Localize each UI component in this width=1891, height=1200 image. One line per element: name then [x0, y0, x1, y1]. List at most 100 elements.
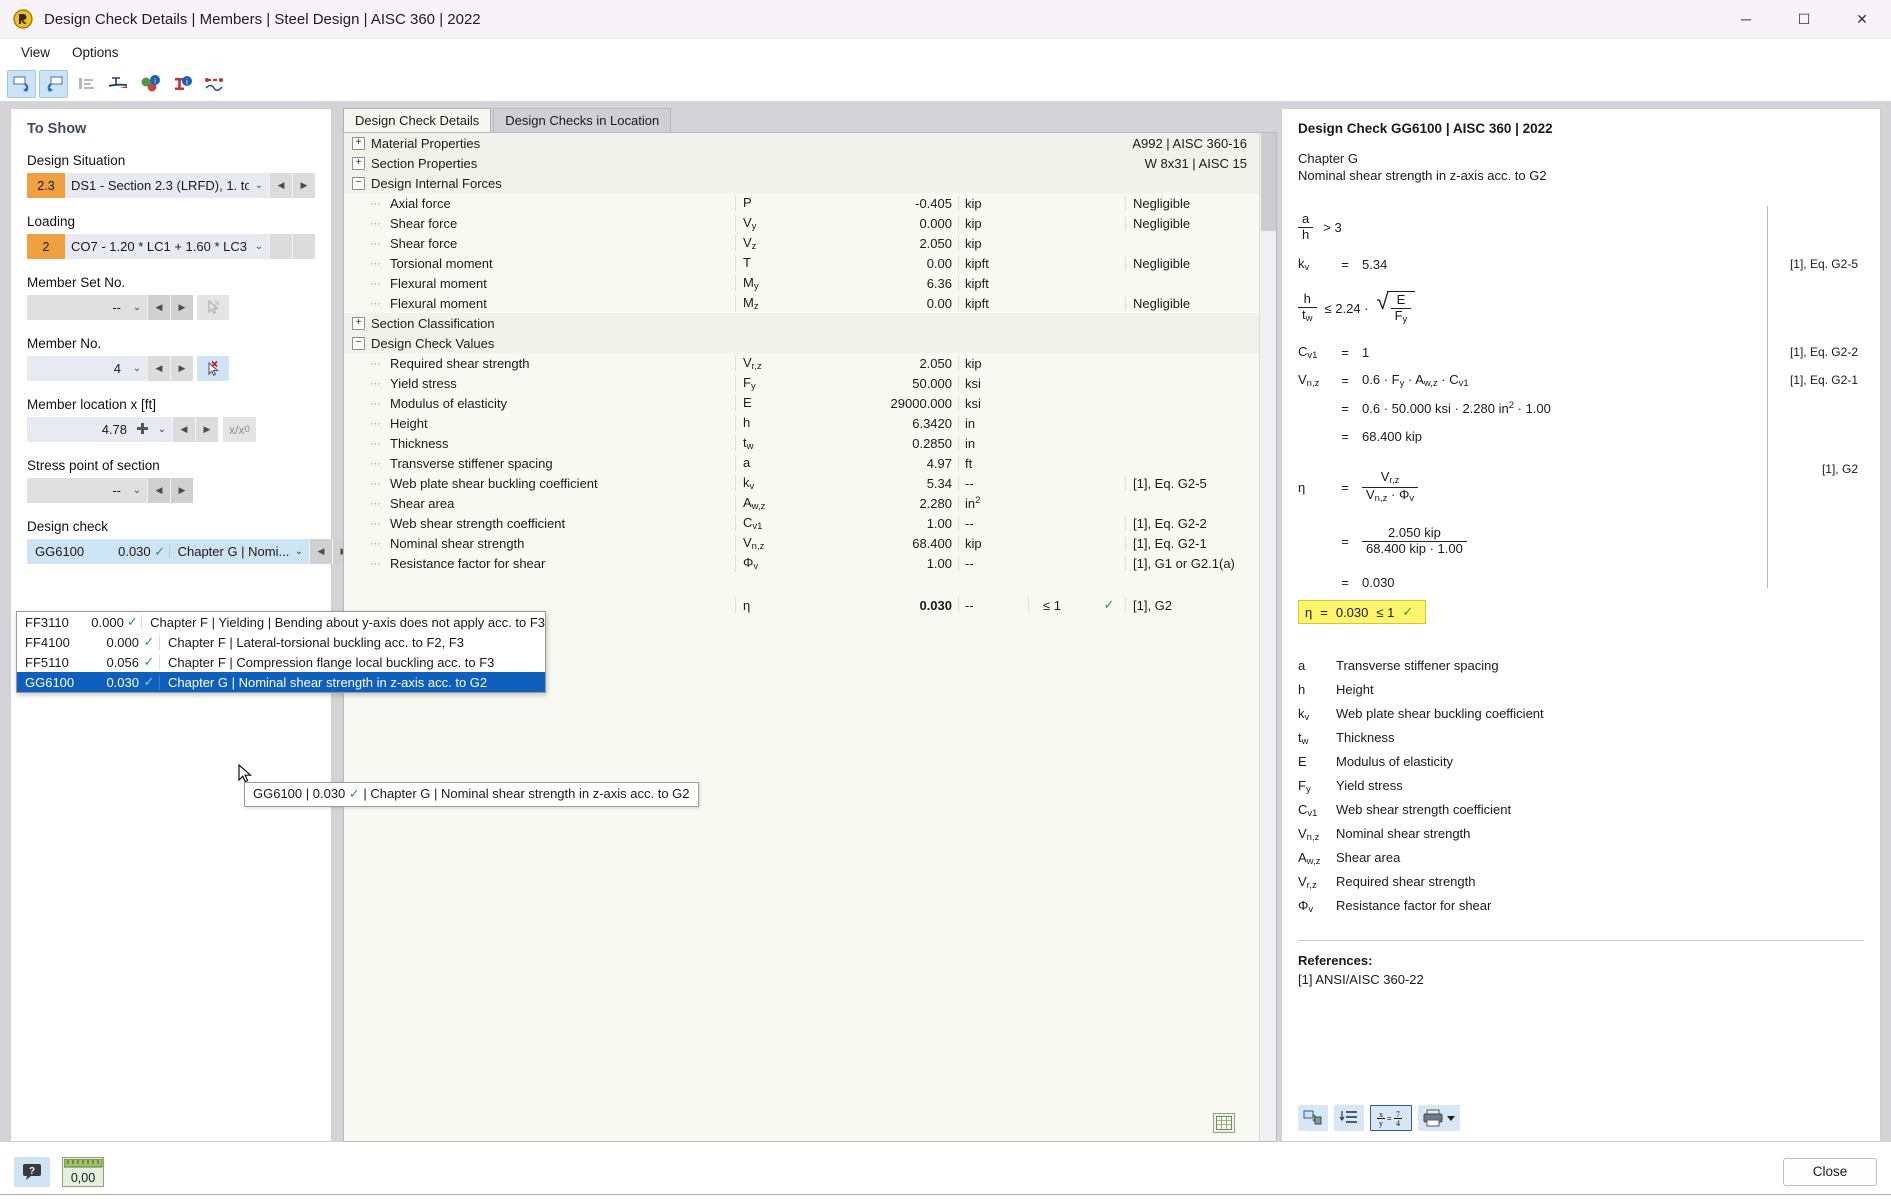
expand-icon[interactable]: +: [352, 156, 365, 170]
table-row[interactable]: ⋯ Resistance factor for shear Φv 1.00 --…: [344, 553, 1259, 573]
tree-group-section-classification[interactable]: + Section Classification: [344, 313, 1259, 333]
export-3d-icon[interactable]: [1298, 1105, 1328, 1131]
stress-diagram-icon[interactable]: [103, 70, 132, 98]
tree-group-design-internal-forces[interactable]: − Design Internal Forces: [344, 173, 1259, 193]
select-member-icon[interactable]: [197, 356, 229, 381]
units-ruler-icon[interactable]: 0,00: [62, 1156, 104, 1187]
chevron-down-icon[interactable]: ⌄: [152, 424, 172, 435]
member-no-prev[interactable]: ◀: [147, 356, 170, 381]
expand-icon[interactable]: +: [352, 136, 365, 150]
loading-prev[interactable]: [269, 234, 292, 259]
design-situation-badge: 2.3: [27, 173, 65, 198]
member-no-next[interactable]: ▶: [170, 356, 193, 381]
row-unit: in: [958, 435, 1028, 451]
design-situation-next[interactable]: ▶: [292, 173, 315, 198]
menu-bar: View Options: [0, 39, 1891, 66]
list-item[interactable]: FF4100 0.000 ✓ Chapter F | Lateral-torsi…: [17, 632, 545, 652]
list-item-selected[interactable]: GG6100 0.030 ✓ Chapter G | Nominal shear…: [17, 672, 545, 692]
select-member-set-icon[interactable]: [197, 295, 229, 320]
comparison-le-224: ≤ 2.24 ·: [1324, 300, 1369, 316]
chevron-down-icon[interactable]: ⌄: [249, 241, 269, 252]
tree-group-section-properties[interactable]: + Section Properties W 8x31 | AISC 15: [344, 153, 1259, 173]
stress-point-combo[interactable]: -- ⌄: [27, 478, 147, 503]
table-row[interactable]: ⋯ Nominal shear strength Vn,z 68.400 kip…: [344, 533, 1259, 553]
design-check-prev[interactable]: ◀: [309, 539, 332, 564]
table-row[interactable]: ⋯ Shear area Aw,z 2.280 in2: [344, 493, 1259, 513]
collapse-icon[interactable]: −: [352, 336, 365, 350]
minimize-button[interactable]: ─: [1717, 0, 1775, 39]
table-export-icon[interactable]: [1213, 1113, 1235, 1133]
member-set-no-next[interactable]: ▶: [170, 295, 193, 320]
stress-point-prev[interactable]: ◀: [147, 478, 170, 503]
member-location-prev[interactable]: ◀: [172, 417, 195, 442]
close-button[interactable]: Close: [1783, 1157, 1877, 1186]
material-info-icon[interactable]: i: [135, 70, 164, 98]
design-check-combo[interactable]: GG6100 0.030 ✓ Chapter G | Nomi... ⌄: [27, 539, 309, 564]
show-incoming-icon[interactable]: [7, 69, 36, 98]
row-reference: Negligible: [1125, 255, 1259, 271]
table-row[interactable]: ⋯ Transverse stiffener spacing a 4.97 ft: [344, 453, 1259, 473]
tab-design-checks-in-location[interactable]: Design Checks in Location: [493, 108, 672, 132]
tab-design-check-details[interactable]: Design Check Details: [343, 108, 492, 132]
chevron-down-icon[interactable]: ⌄: [249, 180, 269, 191]
menu-view[interactable]: View: [10, 41, 61, 64]
member-set-no-prev[interactable]: ◀: [147, 295, 170, 320]
table-row[interactable]: ⋯ Web shear strength coefficient Cv1 1.0…: [344, 513, 1259, 533]
table-row[interactable]: ⋯ Flexural moment Mz 0.00 kipft Negligib…: [344, 293, 1259, 313]
detail-list-icon[interactable]: [1334, 1105, 1364, 1131]
list-item[interactable]: FF3110 0.000 ✓ Chapter F | Yielding | Be…: [17, 612, 545, 632]
table-row[interactable]: ⋯ Modulus of elasticity E 29000.000 ksi: [344, 393, 1259, 413]
print-icon[interactable]: [1418, 1105, 1460, 1131]
design-situation-prev[interactable]: ◀: [269, 173, 292, 198]
tree-group-design-check-values[interactable]: − Design Check Values: [344, 333, 1259, 353]
chevron-down-icon[interactable]: ⌄: [127, 363, 147, 374]
member-set-no-combo[interactable]: -- ⌄: [27, 295, 147, 320]
list-view-icon[interactable]: [71, 70, 100, 98]
move-handle-icon[interactable]: [133, 422, 152, 438]
scrollbar-thumb[interactable]: [1261, 133, 1276, 231]
table-row[interactable]: ⋯ Thickness tw 0.2850 in: [344, 433, 1259, 453]
loading-next[interactable]: [292, 234, 315, 259]
formula-toggle-icon[interactable]: x y = 7 4: [1370, 1105, 1412, 1131]
table-row[interactable]: ⋯ Web plate shear buckling coefficient k…: [344, 473, 1259, 493]
collapse-icon[interactable]: −: [352, 176, 365, 190]
table-row[interactable]: ⋯ Shear force Vz 2.050 kip: [344, 233, 1259, 253]
table-row[interactable]: ⋯ Height h 6.3420 in: [344, 413, 1259, 433]
maximize-button[interactable]: ☐: [1775, 0, 1833, 39]
list-item[interactable]: FF5110 0.056 ✓ Chapter F | Compression f…: [17, 652, 545, 672]
sym-sub: v: [1409, 492, 1415, 504]
section-info-icon[interactable]: i: [167, 70, 196, 98]
reference-item: [1] ANSI/AISC 360-22: [1298, 972, 1424, 987]
row-name: Modulus of elasticity: [390, 395, 508, 411]
table-row[interactable]: ⋯ Required shear strength Vr,z 2.050 kip: [344, 353, 1259, 373]
table-row[interactable]: ⋯ Yield stress Fy 50.000 ksi: [344, 373, 1259, 393]
stress-point-next[interactable]: ▶: [170, 478, 193, 503]
table-row[interactable]: ⋯ Flexural moment My 6.36 kipft: [344, 273, 1259, 293]
member-diagram-icon[interactable]: [199, 70, 228, 98]
show-outgoing-icon[interactable]: [39, 69, 68, 98]
center-scrollbar[interactable]: [1259, 133, 1276, 1141]
design-situation-combo[interactable]: 2.3 DS1 - Section 2.3 (LRFD), 1. to 5. ⌄: [27, 173, 269, 198]
loading-combo[interactable]: 2 CO7 - 1.20 * LC1 + 1.60 * LC3 + ... ⌄: [27, 234, 269, 259]
menu-options[interactable]: Options: [61, 41, 130, 64]
table-row[interactable]: ⋯ Torsional moment T 0.00 kipft Negligib…: [344, 253, 1259, 273]
expand-icon[interactable]: +: [352, 316, 365, 330]
chevron-down-icon[interactable]: ⌄: [289, 546, 309, 557]
relative-location-toggle[interactable]: x/x 0: [223, 417, 256, 442]
close-window-button[interactable]: ✕: [1833, 0, 1891, 39]
design-check-dropdown-list[interactable]: FF3110 0.000 ✓ Chapter F | Yielding | Be…: [16, 611, 546, 693]
formula-panel-title: Design Check GG6100 | AISC 360 | 2022: [1298, 121, 1553, 136]
table-row[interactable]: ⋯ Shear force Vy 0.000 kip Negligible: [344, 213, 1259, 233]
table-row[interactable]: ⋯ Axial force P -0.405 kip Negligible: [344, 193, 1259, 213]
help-balloon-icon[interactable]: ?: [14, 1156, 50, 1187]
formula-eta-symbolic: η = Vr,z Vn,z · Φv [1], G2: [1298, 462, 1858, 512]
sym-base: V: [743, 354, 752, 370]
legend-item: E Modulus of elasticity: [1298, 752, 1864, 776]
tree-group-material-properties[interactable]: + Material Properties A992 | AISC 360-16: [344, 133, 1259, 153]
member-no-value: 4: [113, 361, 121, 376]
member-no-combo[interactable]: 4 ⌄: [27, 356, 147, 381]
chevron-down-icon[interactable]: ⌄: [127, 302, 147, 313]
member-location-next[interactable]: ▶: [195, 417, 218, 442]
member-location-combo[interactable]: 4.78 ⌄: [27, 417, 172, 442]
chevron-down-icon[interactable]: ⌄: [127, 485, 147, 496]
